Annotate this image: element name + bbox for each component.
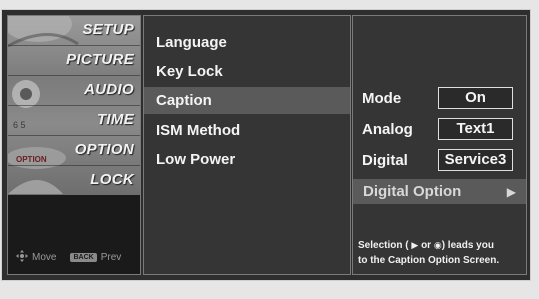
caption-mode-value[interactable]: On — [438, 87, 513, 109]
caption-digital-row[interactable]: Digital Service3 — [353, 148, 526, 174]
caption-mode-label: Mode — [362, 90, 402, 107]
option-language[interactable]: Language — [144, 29, 350, 56]
category-audio[interactable]: AUDIO — [8, 76, 140, 106]
help-line-2: to the Caption Option Screen. — [358, 255, 500, 266]
category-setup[interactable]: SETUP — [8, 16, 140, 46]
digital-option-label: Digital Option — [363, 183, 462, 200]
back-key-icon: BACK — [70, 253, 97, 262]
dpad-icon — [16, 250, 28, 265]
category-lock-label: LOCK — [90, 171, 134, 188]
caption-digital-value[interactable]: Service3 — [438, 149, 513, 171]
caption-digital-label: Digital — [362, 152, 408, 169]
category-lock[interactable]: LOCK — [8, 166, 140, 195]
category-panel: 6 5 OPTION SETUP PICTURE AUDIO TIME OPTI… — [7, 15, 141, 275]
move-hint-label: Move — [32, 252, 57, 263]
enter-button-icon: ◉ — [433, 240, 442, 250]
category-time[interactable]: TIME — [8, 106, 140, 136]
digital-option-item[interactable]: Digital Option ▶ — [353, 179, 526, 204]
category-picture[interactable]: PICTURE — [8, 46, 140, 76]
caption-settings-panel: Mode On Analog Text1 Digital Service3 Di… — [352, 15, 527, 275]
category-picture-label: PICTURE — [66, 51, 134, 68]
category-photo-strip: 6 5 OPTION SETUP PICTURE AUDIO TIME OPTI… — [8, 16, 140, 195]
category-option[interactable]: OPTION — [8, 136, 140, 166]
option-ism-method[interactable]: ISM Method — [144, 117, 350, 144]
caption-analog-value[interactable]: Text1 — [438, 118, 513, 140]
arrow-right-icon: ▶ — [411, 240, 419, 250]
help-or: or — [421, 240, 432, 251]
option-key-lock[interactable]: Key Lock — [144, 58, 350, 85]
option-caption[interactable]: Caption — [144, 87, 350, 114]
caption-help-text: Selection ( ▶ or ◉) leads you to the Cap… — [358, 238, 526, 268]
category-audio-label: AUDIO — [84, 81, 134, 98]
help-prefix: Selection ( — [358, 240, 409, 251]
help-suffix: ) leads you — [441, 240, 494, 251]
caption-analog-label: Analog — [362, 121, 413, 138]
arrow-right-icon: ▶ — [506, 185, 516, 199]
nav-hint: Move BACK Prev — [16, 250, 121, 265]
category-time-label: TIME — [96, 111, 134, 128]
caption-mode-row[interactable]: Mode On — [353, 86, 526, 112]
options-panel: Language Key Lock Caption ISM Method Low… — [143, 15, 351, 275]
prev-hint-label: Prev — [100, 252, 122, 263]
osd-menu: 6 5 OPTION SETUP PICTURE AUDIO TIME OPTI… — [1, 9, 531, 281]
category-setup-label: SETUP — [82, 21, 134, 38]
category-option-label: OPTION — [74, 141, 134, 158]
option-low-power[interactable]: Low Power — [144, 146, 350, 173]
caption-analog-row[interactable]: Analog Text1 — [353, 117, 526, 143]
